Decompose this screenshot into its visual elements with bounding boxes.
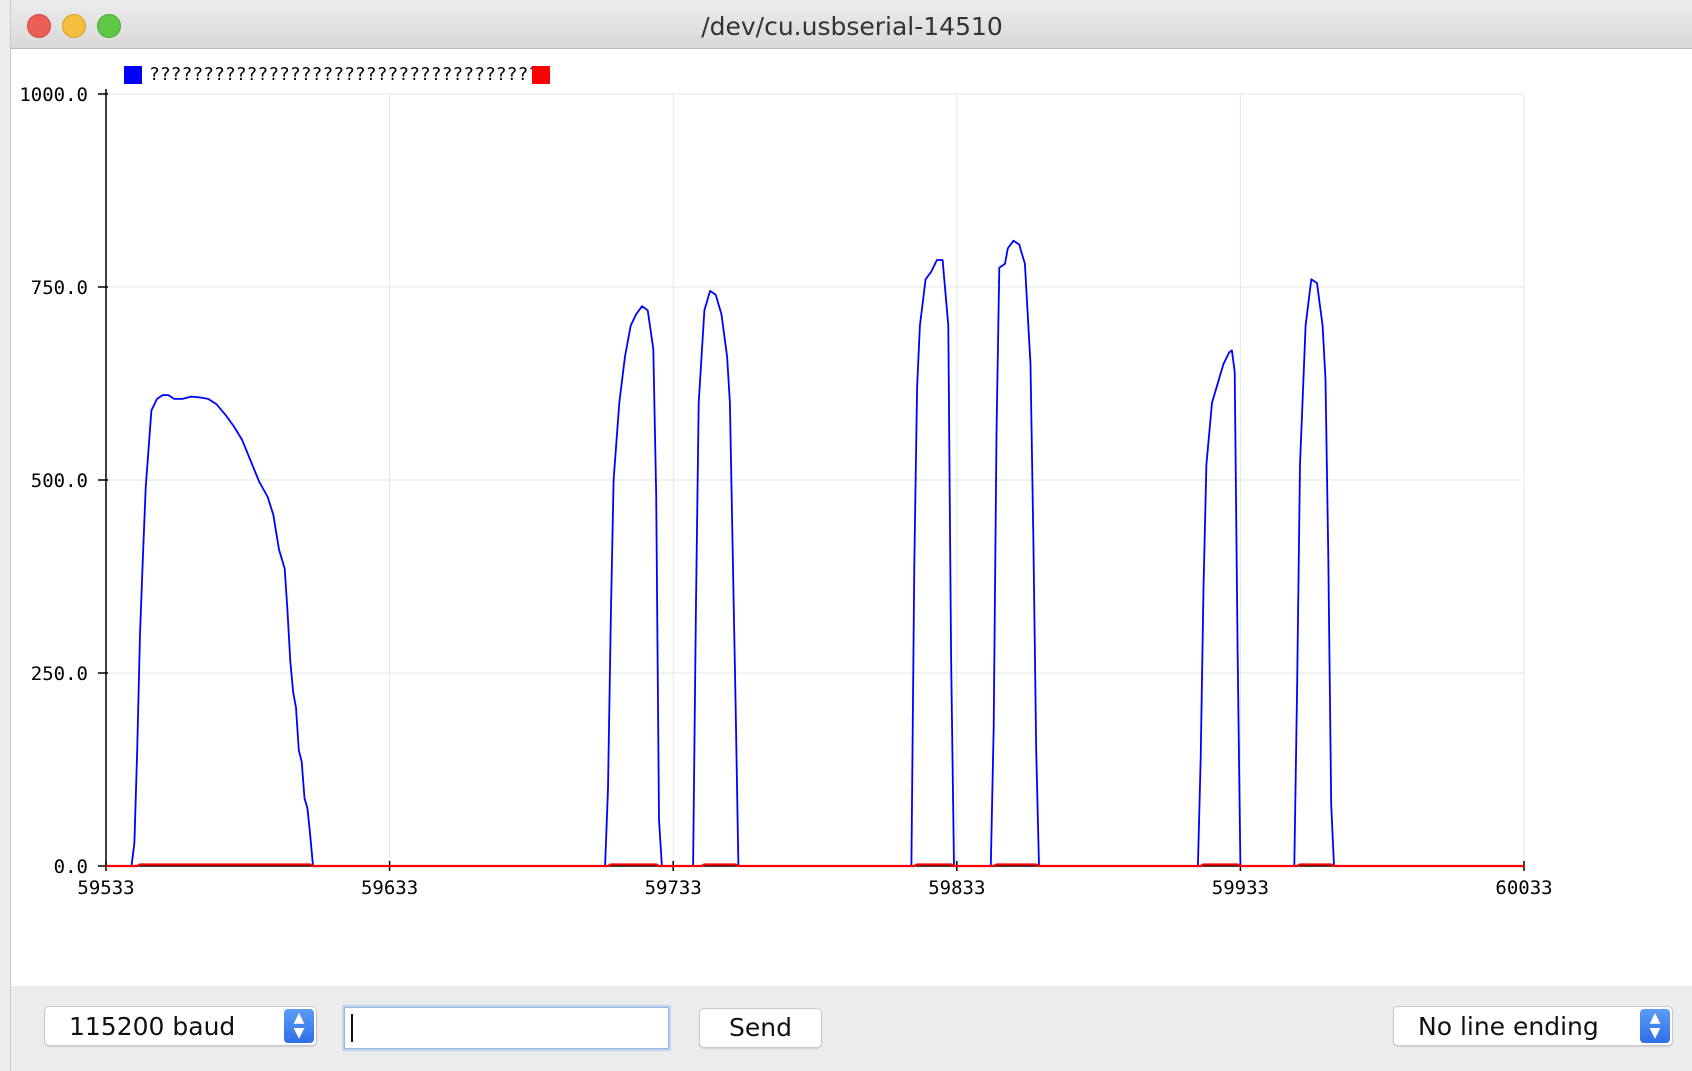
y-tick-label: 250.0: [31, 663, 88, 685]
chart-ticks: 59533 59633 59733 59833 59933 60033 0.0 250.0 50…: [19, 84, 1552, 899]
y-tick-label: 500.0: [31, 470, 88, 492]
legend-swatch-series-1: [124, 66, 142, 84]
x-tick-label: 59933: [1212, 877, 1269, 899]
text-caret: [351, 1014, 353, 1042]
x-tick-label: 59533: [77, 877, 134, 899]
legend-swatch-series-2: [532, 66, 550, 84]
baud-rate-label: 115200 baud: [69, 1012, 236, 1041]
legend-label-series-1: ????????????????????????????????????0: [149, 64, 550, 85]
title-bar[interactable]: /dev/cu.usbserial-14510: [11, 0, 1692, 49]
up-down-chevron-icon: ▲ ▼: [284, 1009, 314, 1043]
chart-series: [106, 239, 1524, 868]
desktop-edge: [0, 0, 10, 1071]
x-tick-label: 59833: [928, 877, 985, 899]
x-tick-label: 59733: [645, 877, 702, 899]
x-tick-label: 60033: [1495, 877, 1552, 899]
chart-axes: [105, 89, 1524, 867]
message-input[interactable]: [344, 1007, 669, 1049]
serial-plotter-window: /dev/cu.usbserial-14510 59533 59633 59733 5…: [10, 0, 1692, 1071]
chart-grid: [105, 93, 1525, 867]
y-tick-label: 750.0: [31, 277, 88, 299]
line-ending-label: No line ending: [1418, 1012, 1599, 1041]
line-ending-select[interactable]: No line ending ▲ ▼: [1393, 1006, 1673, 1046]
send-button[interactable]: Send: [699, 1008, 822, 1048]
y-tick-label: 0.0: [54, 856, 88, 878]
window-title: /dev/cu.usbserial-14510: [701, 12, 1003, 41]
serial-plot-chart: 59533 59633 59733 59833 59933 60033 0.0 250.0 50…: [19, 64, 1552, 899]
chart-legend: ????????????????????????????????????0: [124, 64, 550, 85]
series-line-blue: [106, 239, 1524, 867]
up-down-chevron-icon: ▲ ▼: [1640, 1009, 1670, 1043]
baud-rate-select[interactable]: 115200 baud ▲ ▼: [44, 1006, 317, 1046]
x-tick-label: 59633: [361, 877, 418, 899]
bottom-toolbar: 115200 baud ▲ ▼ Send No line ending ▲ ▼: [11, 986, 1692, 1071]
y-tick-label: 1000.0: [19, 84, 88, 106]
plot-area: 59533 59633 59733 59833 59933 60033 0.0 250.0 50…: [11, 49, 1692, 986]
